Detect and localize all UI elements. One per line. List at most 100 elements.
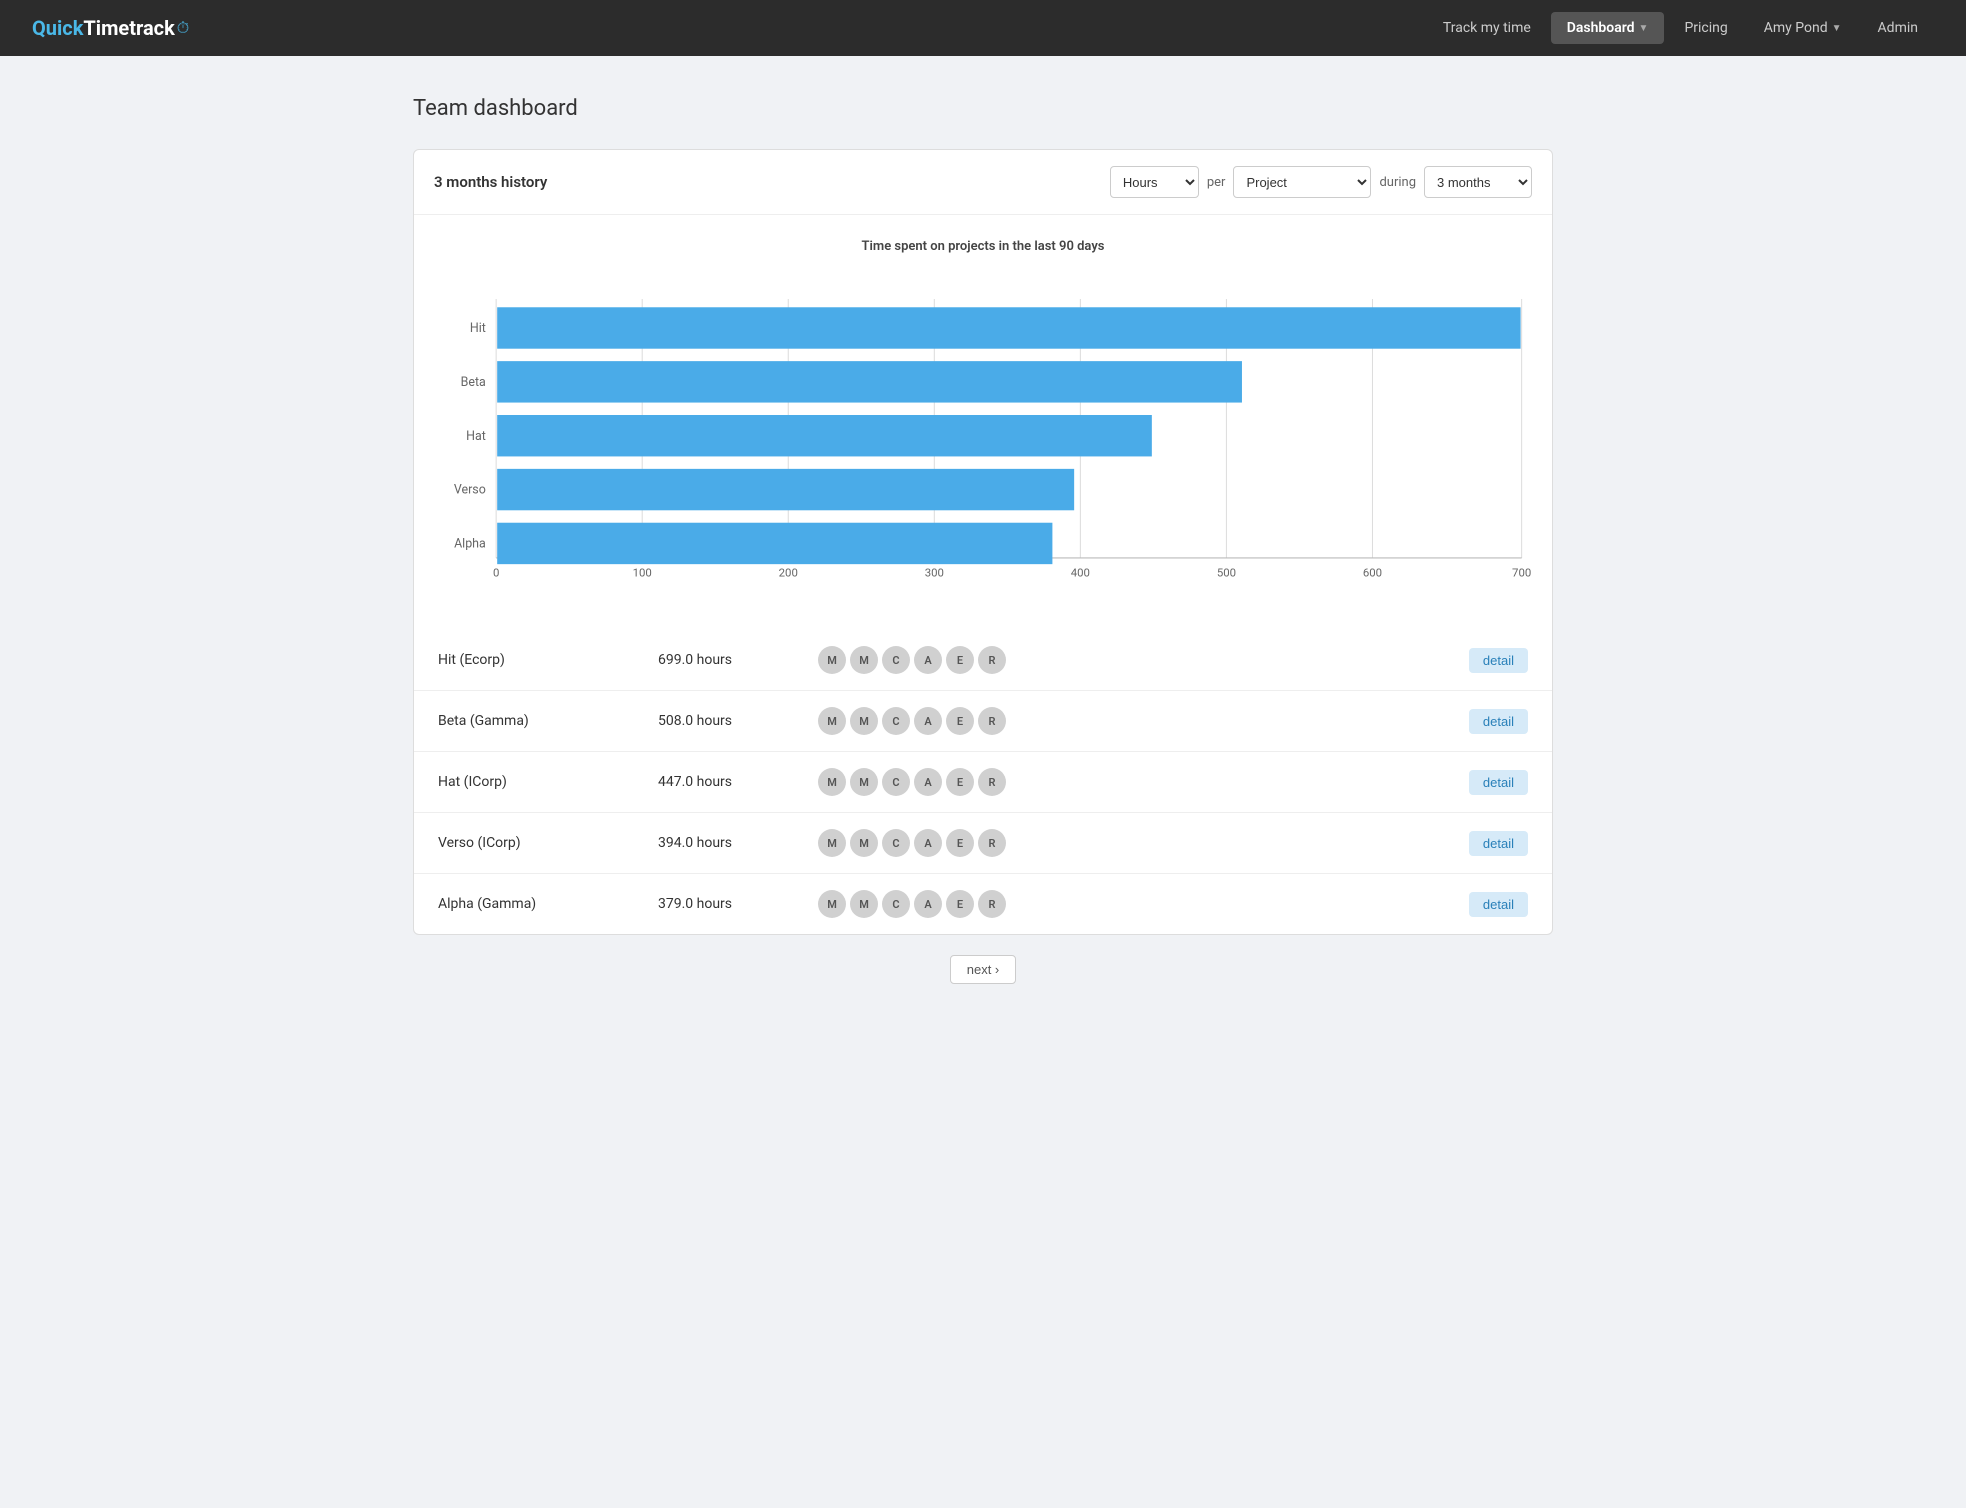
y-label-hit: Hit (470, 321, 486, 336)
avatar: E (946, 768, 974, 796)
avatar: C (882, 829, 910, 857)
avatar: A (914, 646, 942, 674)
per-label: per (1207, 175, 1226, 190)
chart-svg: Hit Beta Hat Verso Alpha 0 100 200 300 4… (434, 274, 1532, 614)
group-select[interactable]: Project Team member Tag (1233, 166, 1371, 198)
project-hours: 508.0 hours (658, 713, 818, 729)
project-avatars: MMCAER (818, 707, 1469, 735)
navbar: Quick Timetrack ⏱ Track my time Dashboar… (0, 0, 1966, 56)
project-hours: 699.0 hours (658, 652, 818, 668)
table-row: Hat (ICorp)447.0 hoursMMCAERdetail (414, 752, 1552, 813)
avatar: M (818, 829, 846, 857)
detail-button[interactable]: detail (1469, 648, 1528, 673)
project-avatars: MMCAER (818, 890, 1469, 918)
card-header: 3 months history Hours Days per Project … (414, 150, 1552, 215)
period-select[interactable]: 3 months 1 month 6 months 1 year (1424, 166, 1532, 198)
project-name: Hit (Ecorp) (438, 652, 658, 668)
y-label-verso: Verso (454, 483, 486, 498)
avatar: A (914, 890, 942, 918)
avatar: C (882, 646, 910, 674)
project-avatars: MMCAER (818, 646, 1469, 674)
y-label-hat: Hat (466, 429, 486, 444)
nav-links: Track my time Dashboard ▼ Pricing Amy Po… (1427, 12, 1934, 44)
avatar: E (946, 829, 974, 857)
table-row: Verso (ICorp)394.0 hoursMMCAERdetail (414, 813, 1552, 874)
avatar: A (914, 768, 942, 796)
pagination-area: next › (413, 935, 1553, 1004)
project-name: Alpha (Gamma) (438, 896, 658, 912)
nav-amy-pond-label: Amy Pond (1764, 20, 1828, 36)
avatar: R (978, 707, 1006, 735)
bar-beta (497, 361, 1242, 402)
avatar: M (818, 890, 846, 918)
table-row: Hit (Ecorp)699.0 hoursMMCAERdetail (414, 630, 1552, 691)
chart-container: Hit Beta Hat Verso Alpha 0 100 200 300 4… (434, 274, 1532, 614)
brand-timetrack: Timetrack (83, 16, 174, 40)
svg-text:300: 300 (925, 566, 944, 580)
card-header-title: 3 months history (434, 173, 1098, 191)
metric-select[interactable]: Hours Days (1110, 166, 1199, 198)
svg-text:700: 700 (1512, 566, 1531, 580)
next-button[interactable]: next › (950, 955, 1017, 984)
table-row: Alpha (Gamma)379.0 hoursMMCAERdetail (414, 874, 1552, 934)
bar-hat (497, 415, 1152, 456)
svg-text:100: 100 (633, 566, 652, 580)
nav-dashboard[interactable]: Dashboard ▼ (1551, 12, 1665, 44)
svg-text:500: 500 (1217, 566, 1236, 580)
project-avatars: MMCAER (818, 829, 1469, 857)
project-name: Beta (Gamma) (438, 713, 658, 729)
nav-pricing[interactable]: Pricing (1668, 12, 1743, 44)
table-row: Beta (Gamma)508.0 hoursMMCAERdetail (414, 691, 1552, 752)
svg-text:600: 600 (1363, 566, 1382, 580)
nav-dashboard-label: Dashboard (1567, 20, 1635, 36)
svg-text:200: 200 (779, 566, 798, 580)
project-hours: 394.0 hours (658, 835, 818, 851)
nav-admin[interactable]: Admin (1862, 12, 1934, 44)
avatar: R (978, 890, 1006, 918)
project-hours: 379.0 hours (658, 896, 818, 912)
brand-icon: ⏱ (177, 18, 189, 38)
nav-amy-pond[interactable]: Amy Pond ▼ (1748, 12, 1858, 44)
avatar: C (882, 890, 910, 918)
avatar: C (882, 768, 910, 796)
chart-area: Time spent on projects in the last 90 da… (414, 215, 1552, 630)
main-content: Team dashboard 3 months history Hours Da… (393, 56, 1573, 1044)
project-name: Verso (ICorp) (438, 835, 658, 851)
project-hours: 447.0 hours (658, 774, 818, 790)
avatar: R (978, 829, 1006, 857)
nav-track-my-time[interactable]: Track my time (1427, 12, 1547, 44)
detail-button[interactable]: detail (1469, 831, 1528, 856)
avatar: E (946, 890, 974, 918)
brand-quick: Quick (32, 16, 83, 40)
bar-alpha (497, 523, 1052, 564)
avatar: E (946, 707, 974, 735)
y-label-beta: Beta (461, 375, 486, 390)
brand: Quick Timetrack ⏱ (32, 16, 189, 40)
avatar: M (850, 768, 878, 796)
avatar: R (978, 646, 1006, 674)
dashboard-card: 3 months history Hours Days per Project … (413, 149, 1553, 935)
project-name: Hat (ICorp) (438, 774, 658, 790)
avatar: M (850, 890, 878, 918)
page-title: Team dashboard (413, 96, 1553, 121)
avatar: M (850, 707, 878, 735)
avatar: A (914, 829, 942, 857)
detail-button[interactable]: detail (1469, 770, 1528, 795)
bar-verso (497, 469, 1074, 510)
bar-hit (497, 307, 1520, 348)
svg-text:0: 0 (493, 566, 499, 580)
avatar: M (850, 646, 878, 674)
avatar: E (946, 646, 974, 674)
avatar: M (818, 646, 846, 674)
svg-text:400: 400 (1071, 566, 1090, 580)
avatar: M (850, 829, 878, 857)
project-avatars: MMCAER (818, 768, 1469, 796)
detail-button[interactable]: detail (1469, 892, 1528, 917)
project-list: Hit (Ecorp)699.0 hoursMMCAERdetailBeta (… (414, 630, 1552, 934)
chevron-down-icon: ▼ (1639, 23, 1649, 34)
avatar: M (818, 768, 846, 796)
header-controls: Hours Days per Project Team member Tag d… (1110, 166, 1532, 198)
detail-button[interactable]: detail (1469, 709, 1528, 734)
y-label-alpha: Alpha (454, 537, 486, 552)
chart-title: Time spent on projects in the last 90 da… (434, 239, 1532, 254)
